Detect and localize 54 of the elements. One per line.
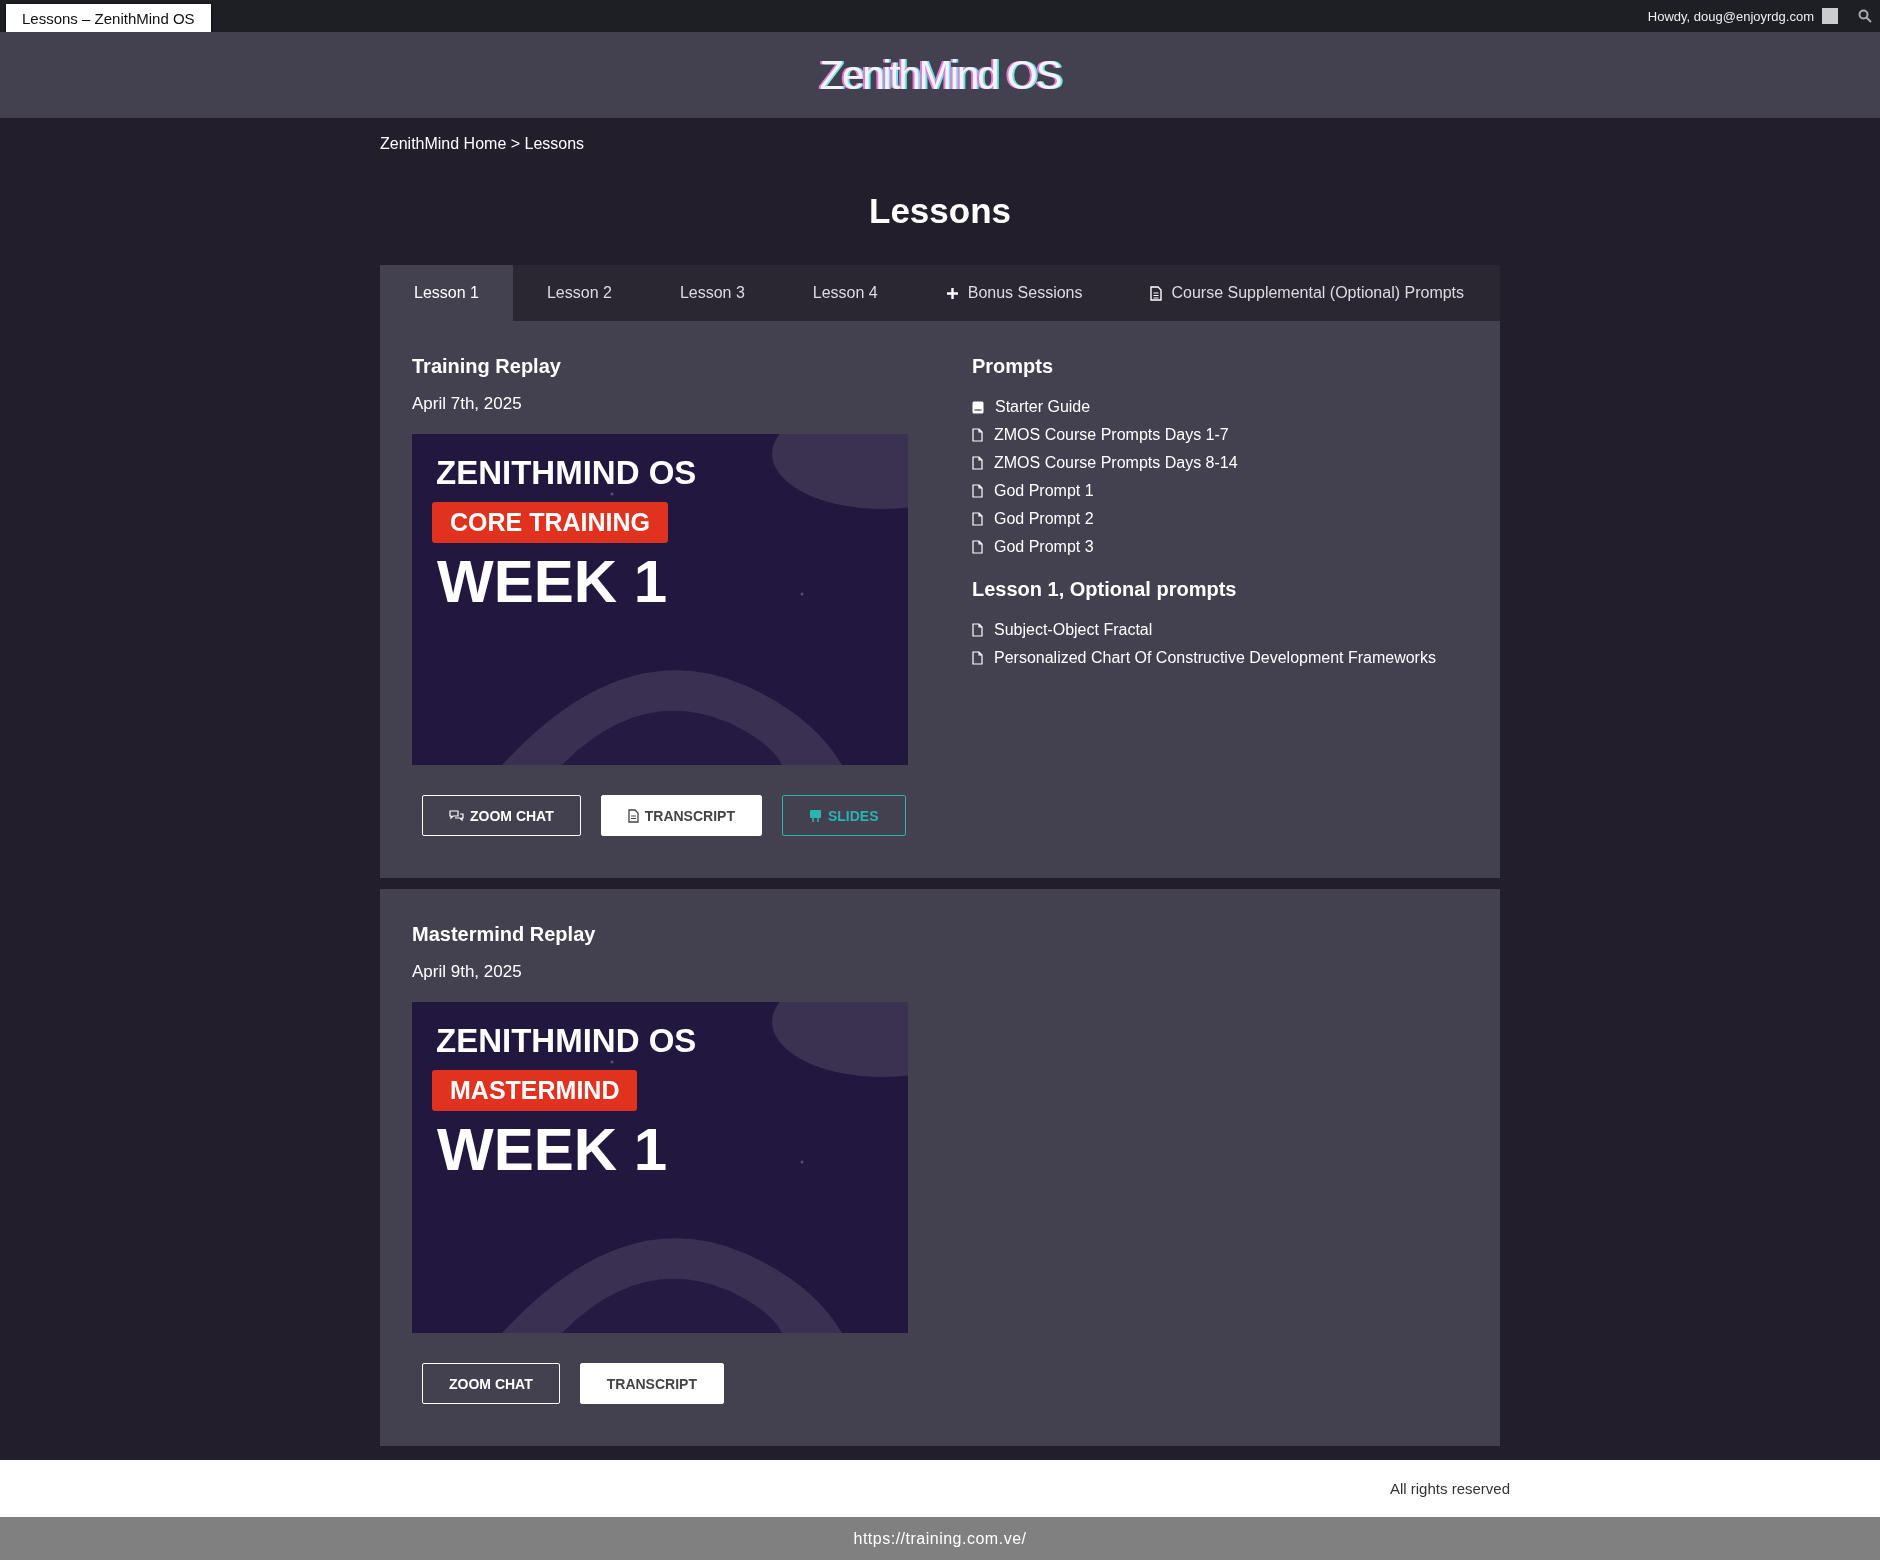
transcript-button[interactable]: TRANSCRIPT (600, 795, 762, 836)
tab[interactable]: Lesson 3 (645, 265, 779, 321)
prompts-heading: Prompts (972, 355, 1055, 378)
prompt-link[interactable]: God Prompt 1 (994, 482, 1094, 500)
document-icon (627, 808, 639, 823)
breadcrumb[interactable]: ZenithMind Home > Lessons (380, 135, 585, 153)
tab[interactable]: Lesson 1 (380, 265, 513, 321)
prompt-link[interactable]: Subject-Object Fractal (994, 621, 1153, 639)
prompt-link[interactable]: God Prompt 3 (994, 538, 1094, 556)
page-title: Lessons (868, 191, 1012, 231)
video-thumbnail[interactable]: ZENITHMIND OS MASTERMIND WEEK 1 (412, 1002, 908, 1333)
plus-icon (945, 286, 959, 300)
file-icon (972, 456, 983, 470)
zoom-chat-button[interactable]: ZOOM CHAT (422, 1363, 560, 1404)
section-date: April 9th, 2025 (412, 962, 523, 982)
document-icon (1150, 285, 1163, 301)
file-icon (972, 428, 983, 442)
thumbnail-week: WEEK 1 (437, 547, 668, 616)
book-icon (972, 400, 984, 414)
video-thumbnail[interactable]: ZENITHMIND OS CORE TRAINING WEEK 1 (412, 434, 908, 765)
prompt-link[interactable]: God Prompt 2 (994, 510, 1094, 528)
file-icon (972, 540, 983, 554)
search-icon[interactable] (1858, 9, 1872, 23)
copyright-text: All rights reserved (1389, 1480, 1510, 1497)
browser-tab[interactable]: Lessons – ZenithMind OS (6, 3, 211, 33)
prompts-heading: Lesson 1, Optional prompts (972, 578, 1238, 601)
status-url: https://training.com.ve/ (853, 1529, 1027, 1548)
thumbnail-heading: ZENITHMIND OS (436, 454, 697, 492)
presentation-icon (808, 808, 822, 823)
thumbnail-heading: ZENITHMIND OS (436, 1022, 697, 1060)
prompt-link[interactable]: ZMOS Course Prompts Days 8-14 (994, 454, 1238, 472)
section-title: Training Replay (412, 355, 562, 378)
transcript-button[interactable]: TRANSCRIPT (579, 1363, 724, 1404)
prompt-link[interactable]: Personalized Chart Of Constructive Development Frameworks (994, 649, 1436, 667)
thumbnail-tag: MASTERMIND (432, 1070, 638, 1111)
site-logo[interactable]: ZenithMind OS (819, 52, 1061, 98)
zoom-chat-button[interactable]: ZOOM CHAT (422, 795, 581, 836)
section-title: Mastermind Replay (412, 923, 597, 946)
tab[interactable]: Bonus Sessions (911, 265, 1117, 321)
file-icon (972, 512, 983, 526)
tab[interactable]: Lesson 2 (512, 265, 646, 321)
slides-button[interactable]: SLIDES (781, 795, 906, 836)
thumbnail-week: WEEK 1 (437, 1115, 668, 1184)
file-icon (972, 484, 983, 498)
tab[interactable]: Lesson 4 (778, 265, 912, 321)
tab[interactable]: Course Supplemental (Optional) Prompts (1116, 265, 1485, 321)
file-icon (972, 651, 983, 665)
section-date: April 7th, 2025 (412, 394, 523, 414)
thumbnail-tag: CORE TRAINING (432, 502, 668, 543)
prompt-link[interactable]: ZMOS Course Prompts Days 1-7 (994, 426, 1229, 444)
file-icon (972, 623, 983, 637)
chat-icon (449, 809, 464, 822)
prompt-link[interactable]: Starter Guide (995, 398, 1091, 416)
greeting-link[interactable]: Howdy, doug@enjoyrdg.com (1647, 8, 1814, 24)
